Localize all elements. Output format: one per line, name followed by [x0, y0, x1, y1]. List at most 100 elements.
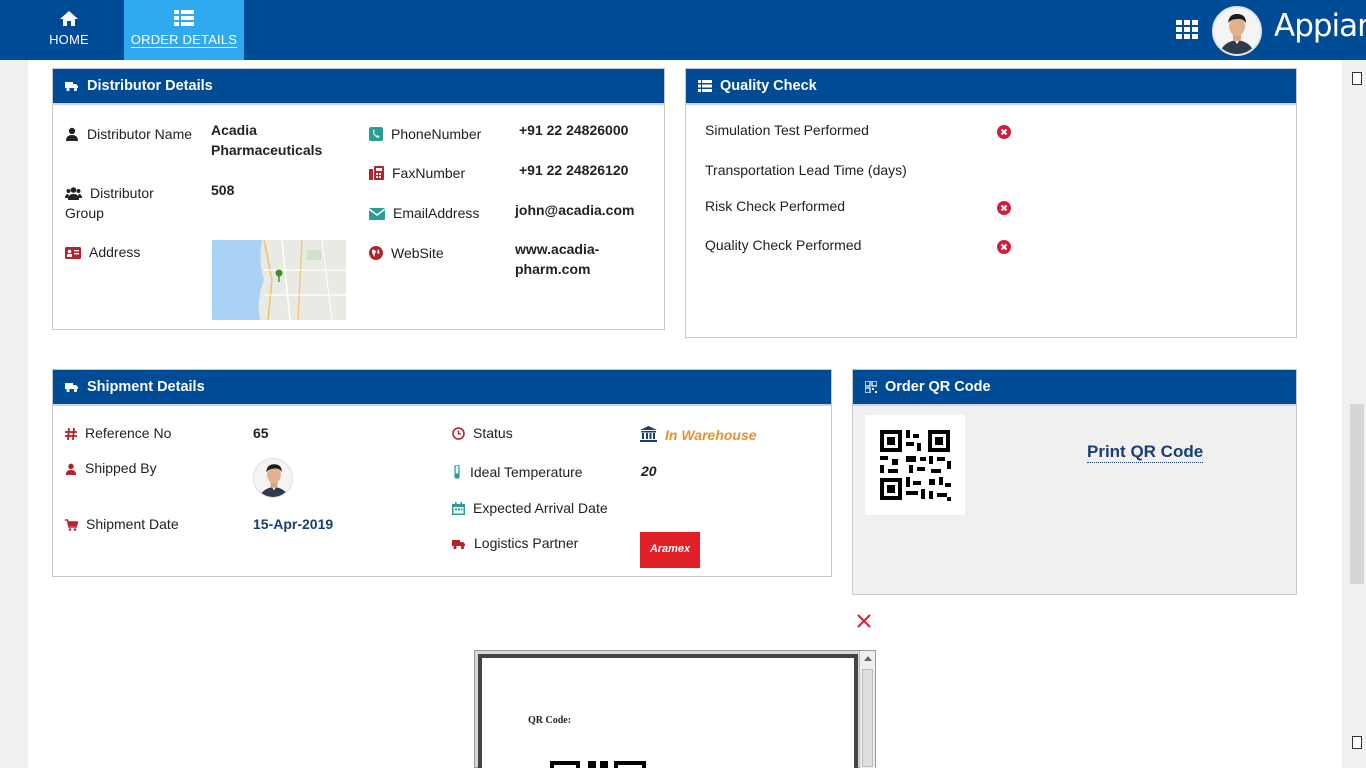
address-label-row: Address [65, 242, 140, 262]
distributor-name-label-row: Distributor Name [65, 124, 195, 144]
app-grid-icon[interactable] [1176, 20, 1198, 40]
user-icon [66, 127, 78, 141]
print-qr-code-link[interactable]: Print QR Code [1087, 442, 1204, 463]
fax-label: FaxNumber [392, 165, 466, 181]
fax-icon [369, 166, 384, 180]
top-nav-bar: HOME ORDER DETAILS Appian [0, 0, 1366, 60]
nav-tab-order-details-label: ORDER DETAILS [130, 32, 238, 47]
scroll-up-arrow-icon[interactable] [863, 654, 873, 662]
quality-item-label: Transportation Lead Time (days) [705, 162, 907, 178]
quality-item-label: Risk Check Performed [705, 198, 846, 214]
calendar-icon [452, 502, 465, 515]
clock-icon [452, 427, 465, 440]
email-label: EmailAddress [393, 205, 480, 221]
email-value: john@acadia.com [515, 202, 635, 218]
user-icon [65, 463, 77, 475]
reference-value: 65 [253, 425, 269, 441]
nav-tab-order-details[interactable]: ORDER DETAILS [124, 0, 244, 60]
shipment-details-header: Shipment Details [53, 370, 831, 406]
truck-icon [65, 82, 78, 92]
qr-print-preview-page: QR Code: [478, 654, 858, 768]
phone-label-row: PhoneNumber [369, 124, 481, 144]
qr-code-graphic [880, 430, 951, 501]
order-qr-header: Order QR Code [853, 370, 1296, 406]
cart-icon [65, 519, 79, 531]
distributor-group-value: 508 [211, 182, 235, 198]
temperature-label-row: Ideal Temperature [452, 462, 583, 482]
envelope-icon [368, 208, 386, 220]
phone-label: PhoneNumber [391, 126, 482, 142]
phone-icon [369, 127, 383, 141]
user-portrait-icon [1214, 8, 1260, 54]
order-qr-card: Order QR Code Print QR Code [852, 369, 1297, 595]
website-label-row: WebSite [369, 243, 444, 263]
distributor-details-title: Distributor Details [87, 78, 213, 94]
distributor-details-header: Distributor Details [53, 69, 664, 105]
arrival-label: Expected Arrival Date [473, 500, 608, 516]
qr-code-image [865, 415, 965, 515]
list-icon [174, 10, 194, 26]
nav-tab-home[interactable]: HOME [36, 0, 102, 60]
failed-icon [997, 201, 1011, 215]
partner-label-row: Logistics Partner [452, 533, 578, 553]
list-icon [698, 80, 712, 92]
shipped-by-avatar[interactable] [253, 458, 293, 498]
truck-icon [452, 540, 465, 550]
home-icon [60, 11, 78, 26]
scrollbar-thumb[interactable] [1350, 404, 1364, 584]
user-avatar[interactable] [1212, 6, 1262, 56]
nav-tab-home-label: HOME [49, 32, 89, 47]
thermometer-icon [454, 464, 460, 479]
distributor-details-card: Distributor Details Distributor Name Aca… [52, 68, 665, 330]
email-label-row: EmailAddress [368, 203, 480, 223]
aramex-logo: Aramex [640, 532, 700, 568]
preview-scroll-thumb[interactable] [862, 669, 873, 767]
qrcode-icon [865, 381, 877, 393]
preview-scrollbar[interactable] [859, 651, 875, 768]
temperature-value: 20 [641, 463, 657, 479]
globe-icon [369, 246, 383, 260]
phone-value: +91 22 24826000 [519, 122, 629, 138]
quality-check-card: Quality Check Simulation Test Performed … [685, 68, 1297, 338]
warehouse-icon [640, 426, 657, 442]
reference-label: Reference No [85, 425, 172, 441]
reference-label-row: Reference No [65, 423, 171, 443]
distributor-group-label-row: Distributor Group [65, 183, 195, 223]
quality-item-label: Quality Check Performed [705, 237, 862, 253]
quality-check-header: Quality Check [686, 69, 1296, 105]
shipped-by-label-row: Shipped By [65, 458, 157, 478]
shipment-details-title: Shipment Details [87, 379, 205, 395]
shipped-by-label: Shipped By [85, 460, 157, 476]
address-map[interactable] [212, 240, 346, 320]
distributor-name-label: Distributor Name [87, 126, 193, 142]
truck-icon [65, 383, 78, 393]
failed-icon [997, 125, 1011, 139]
shipment-date-label-row: Shipment Date [65, 514, 179, 534]
hashtag-icon [65, 427, 77, 441]
qr-preview-graphic [550, 761, 646, 768]
website-label: WebSite [391, 245, 444, 261]
status-label-row: Status [452, 423, 513, 443]
address-label: Address [89, 244, 141, 260]
shipment-date-value: 15-Apr-2019 [253, 516, 334, 532]
quality-check-title: Quality Check [720, 78, 817, 94]
failed-icon [997, 240, 1011, 254]
website-value[interactable]: www.acadia-pharm.com [515, 239, 635, 279]
user-portrait-icon [254, 459, 292, 497]
quality-item-label: Simulation Test Performed [705, 122, 869, 138]
shipment-details-card: Shipment Details Reference No 65 Shipped… [52, 369, 832, 577]
fax-label-row: FaxNumber [369, 163, 465, 183]
scroll-up-button[interactable] [1352, 72, 1362, 85]
qr-preview-label: QR Code: [528, 715, 572, 726]
distributor-name-value: Acadia Pharmaceuticals [211, 122, 323, 158]
scroll-down-button[interactable] [1352, 736, 1362, 749]
arrival-label-row: Expected Arrival Date [452, 498, 608, 518]
status-value: In Warehouse [665, 427, 757, 443]
partner-label: Logistics Partner [474, 535, 579, 551]
appian-logo: Appian [1274, 8, 1366, 44]
qr-print-preview[interactable]: QR Code: [474, 650, 876, 768]
temperature-label: Ideal Temperature [470, 464, 583, 480]
fax-value: +91 22 24826120 [519, 162, 629, 178]
users-icon [65, 187, 82, 200]
close-icon[interactable] [856, 613, 872, 629]
